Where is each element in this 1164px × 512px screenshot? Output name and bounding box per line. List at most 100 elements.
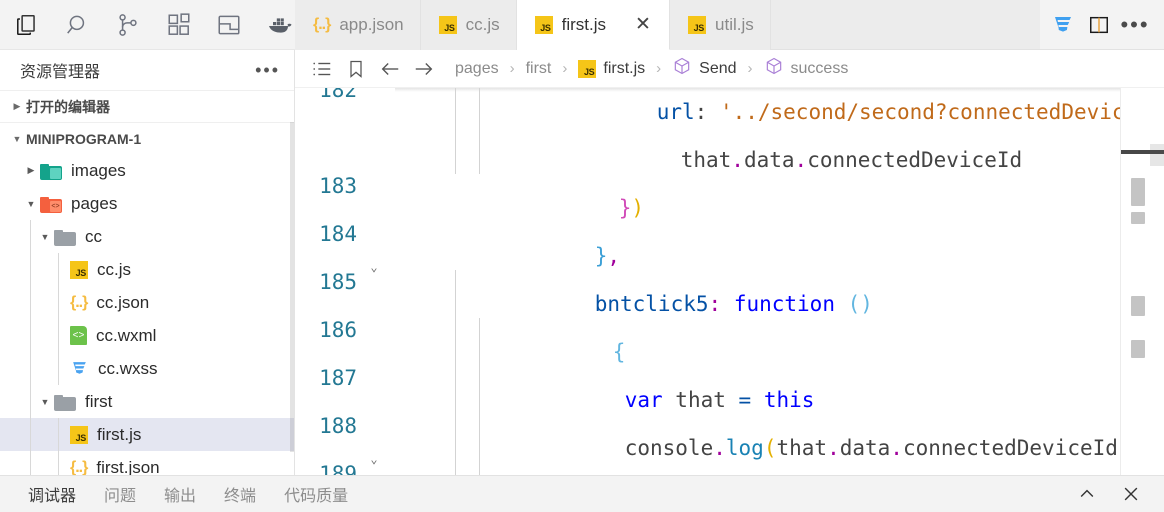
chevron-down-icon[interactable]: ▼ <box>36 397 54 407</box>
tree-item-pages[interactable]: ▼ <> pages <box>0 187 294 220</box>
js-file-icon: JS <box>578 59 597 78</box>
js-file-icon: JS <box>70 425 88 444</box>
section-label: MINIPROGRAM-1 <box>26 130 142 147</box>
chevron-down-icon[interactable]: ▼ <box>36 232 54 242</box>
forward-arrow-icon[interactable] <box>407 54 441 84</box>
more-actions-icon[interactable]: ••• <box>1118 8 1152 42</box>
tree-item-images[interactable]: ▶ images <box>0 154 294 187</box>
tree-item-cc-folder[interactable]: ▼ cc <box>0 220 294 253</box>
tree-item-cc-json[interactable]: {..} cc.json <box>0 286 294 319</box>
panel-tab-debugger[interactable]: 调试器 <box>28 480 76 508</box>
sidebar-more-icon[interactable]: ••• <box>255 60 280 81</box>
code-token: . <box>731 148 744 172</box>
tree-item-label: images <box>71 160 126 180</box>
chevron-down-icon[interactable]: ▼ <box>22 199 40 209</box>
symbol-cube-icon <box>764 56 784 81</box>
sidebar-section-workspace[interactable]: ▼ MINIPROGRAM-1 <box>0 122 294 154</box>
tree-item-label: first.json <box>96 457 160 476</box>
tab-close-icon[interactable]: ✕ <box>633 15 653 35</box>
line-number: 188 <box>319 414 357 438</box>
editor-tab-actions: ••• <box>1040 0 1164 49</box>
back-arrow-icon[interactable] <box>373 54 407 84</box>
code-editor[interactable]: 182 183 184 185 ⌄ 186 187 188 189 ⌄ url:… <box>295 88 1164 475</box>
breadcrumb-item-pages[interactable]: pages <box>453 60 501 78</box>
breadcrumb-item-send[interactable]: Send <box>670 56 738 81</box>
sidebar-section-open-editors[interactable]: ▶ 打开的编辑器 <box>0 90 294 122</box>
code-content[interactable]: url: '../second/second?connectedDeviceId… <box>395 88 1120 475</box>
json-file-icon: {..} <box>313 16 331 33</box>
file-tree: ▶ images ▼ <> pages ▼ cc JS cc.js {..} c… <box>0 154 294 475</box>
breadcrumb-separator: › <box>656 60 662 77</box>
panel-tab-list: 调试器 问题 输出 终端 代码质量 <box>0 480 348 508</box>
overview-ruler[interactable] <box>1120 88 1164 475</box>
breadcrumb-item-first[interactable]: first <box>524 60 554 78</box>
outline-list-icon[interactable] <box>305 54 339 84</box>
tab-label: cc.js <box>465 15 500 34</box>
search-icon[interactable] <box>63 8 94 42</box>
wxml-file-icon: <> <box>70 326 87 345</box>
sidebar-title: 资源管理器 <box>20 64 101 81</box>
fold-chevron-icon[interactable]: ⌄ <box>365 260 383 274</box>
close-panel-icon[interactable] <box>1116 481 1146 507</box>
panel-tab-problems[interactable]: 问题 <box>104 480 136 508</box>
breadcrumb-separator: › <box>747 60 753 77</box>
tab-label: first.js <box>561 14 607 34</box>
code-token: : <box>694 100 720 124</box>
explorer-icon[interactable] <box>12 8 43 42</box>
indent-guide <box>455 88 456 174</box>
fold-chevron-icon[interactable]: ⌄ <box>365 452 383 466</box>
tab-app-json[interactable]: {..} app.json <box>295 0 421 50</box>
sidebar-scrollbar-thumb[interactable] <box>290 122 294 452</box>
panel-tab-output[interactable]: 输出 <box>164 480 196 508</box>
folder-pages-icon: <> <box>40 195 62 213</box>
js-file-icon: JS <box>438 16 457 34</box>
bookmark-icon[interactable] <box>339 54 373 84</box>
sidebar-scrollbar[interactable] <box>290 50 294 475</box>
tree-item-first-js[interactable]: JS first.js <box>0 418 294 451</box>
code-token: data <box>839 436 891 460</box>
layout-icon[interactable] <box>214 8 245 42</box>
breadcrumb-label: pages <box>455 59 499 77</box>
code-token: '../second/second?connectedDeviceId=' <box>719 100 1120 124</box>
tree-item-cc-wxss[interactable]: cc.wxss <box>0 352 294 385</box>
breadcrumb-item-first-js[interactable]: JS first.js <box>576 59 647 78</box>
chevron-right-icon[interactable]: ▶ <box>22 165 40 176</box>
tab-label: util.js <box>715 15 754 34</box>
editor-scrollbar-thumb[interactable] <box>1150 144 1164 166</box>
panel-tab-code-quality[interactable]: 代码质量 <box>284 480 348 508</box>
code-token: console <box>624 436 714 460</box>
tree-item-cc-js[interactable]: JS cc.js <box>0 253 294 286</box>
top-row: {..} app.json JS cc.js JS first.js ✕ JS … <box>0 0 1164 50</box>
tree-item-cc-wxml[interactable]: <> cc.wxml <box>0 319 294 352</box>
folder-images-icon <box>40 162 62 180</box>
wxss-icon[interactable] <box>1046 8 1080 42</box>
tab-bar-spacer <box>770 0 1040 49</box>
breadcrumb-item-success[interactable]: success <box>762 56 851 81</box>
code-line-189[interactable]: wx.redirectTo({ <box>473 460 814 475</box>
tree-item-first-json[interactable]: {..} first.json <box>0 451 294 475</box>
panel-tab-terminal[interactable]: 终端 <box>224 480 256 508</box>
breadcrumb-separator: › <box>562 60 568 77</box>
code-token: this <box>763 388 815 412</box>
code-token: connectedDeviceId <box>807 148 1023 172</box>
breadcrumb-bar: pages › first › JS first.js › Send › suc… <box>295 50 1164 88</box>
activity-bar <box>0 0 295 50</box>
docker-icon[interactable] <box>265 8 296 42</box>
tab-first-js[interactable]: JS first.js ✕ <box>516 0 671 50</box>
collapse-panel-icon[interactable] <box>1072 481 1102 507</box>
code-token: ( <box>763 436 777 460</box>
code-token: function <box>733 292 835 316</box>
tab-cc-js[interactable]: JS cc.js <box>420 0 517 50</box>
code-token: . <box>827 436 840 460</box>
tab-util-js[interactable]: JS util.js <box>670 0 771 50</box>
breadcrumb-label: success <box>790 59 849 77</box>
tree-item-first-folder[interactable]: ▼ first <box>0 385 294 418</box>
code-token: . <box>713 436 726 460</box>
symbol-cube-icon <box>672 56 692 81</box>
js-file-icon: JS <box>70 260 88 279</box>
extensions-icon[interactable] <box>164 8 195 42</box>
source-control-icon[interactable] <box>113 8 144 42</box>
split-editor-icon[interactable] <box>1082 8 1116 42</box>
breadcrumb: pages › first › JS first.js › Send › suc… <box>453 56 850 81</box>
